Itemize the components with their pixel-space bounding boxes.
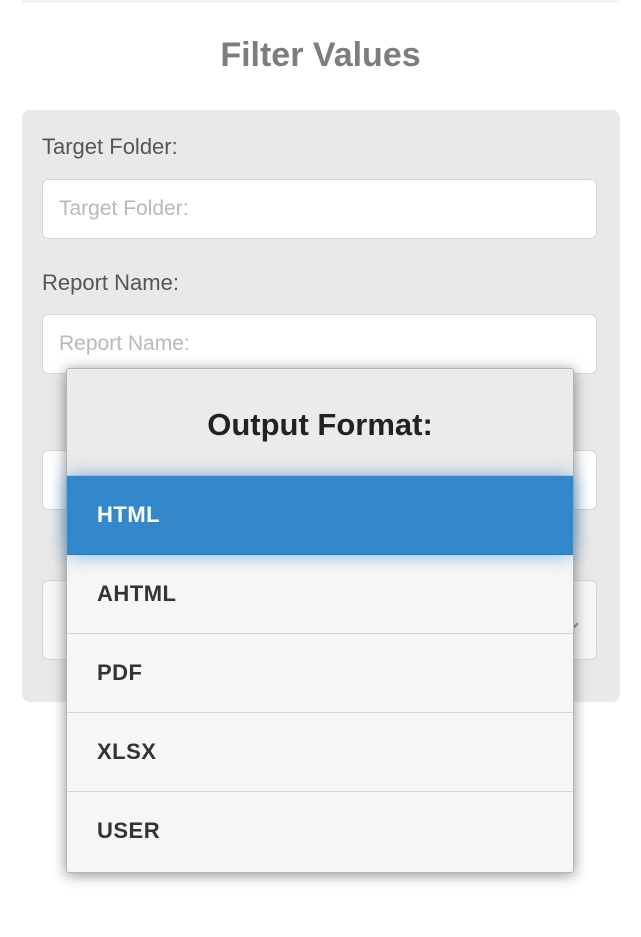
option-user[interactable]: USER [67,792,573,871]
top-divider [22,0,620,3]
option-label: XLSX [97,739,157,764]
option-label: HTML [97,502,161,527]
page-title: Filter Values [220,36,421,74]
option-ahtml[interactable]: AHTML [67,555,573,634]
target-folder-input[interactable] [42,179,597,239]
option-label: AHTML [97,581,177,606]
report-name-label: Report Name: [42,270,179,295]
target-folder-label: Target Folder: [42,134,178,159]
option-xlsx[interactable]: XLSX [67,713,573,792]
popup-header: Output Format: [67,369,573,476]
option-label: USER [97,818,161,843]
report-name-input[interactable] [42,314,597,374]
output-format-popup: Output Format: HTML AHTML PDF XLSX USER [66,368,574,873]
option-html[interactable]: HTML [67,476,573,555]
option-label: PDF [97,660,143,685]
option-pdf[interactable]: PDF [67,634,573,713]
popup-title: Output Format: [207,407,433,442]
page: Filter Values Target Folder: Report Name… [0,0,641,937]
